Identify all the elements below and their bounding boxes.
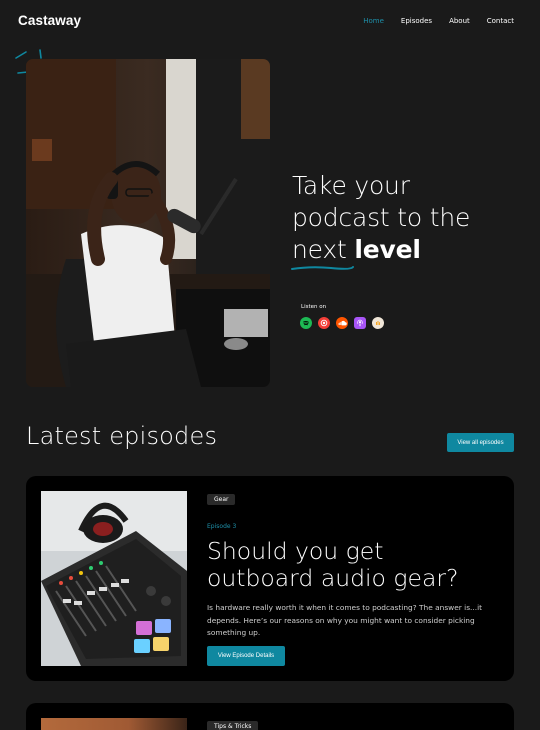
episode-card[interactable]: Gear Episode 3 Should you get outboard a… [26,476,514,681]
episode-tag[interactable]: Gear [207,494,236,505]
hero-title-underlined-word: next [291,234,354,270]
site-header: Castaway Home Episodes About Contact [0,0,540,44]
episode-card[interactable]: Tips & Tricks [26,703,514,730]
audio-mixer-photo [41,491,187,666]
view-episode-details-button[interactable]: View Episode Details [207,646,285,666]
episode-description: Is hardware really worth it when it come… [207,603,483,637]
episode-image [41,491,187,666]
hero-title-line-2: podcast to the [292,203,471,232]
castbox-icon[interactable] [372,317,384,329]
soundcloud-icon[interactable] [336,317,348,329]
view-all-episodes-button[interactable]: View all episodes [447,433,514,452]
hero-title-line-1: Take your [292,171,410,200]
hero-image [26,59,270,387]
platform-links [300,317,384,329]
episode-title[interactable]: Should you get outboard audio gear? [207,538,497,592]
hero-title-bold-word: level [354,235,421,264]
apple-podcasts-icon[interactable] [354,317,366,329]
spotify-icon[interactable] [300,317,312,329]
episode-number: Episode 3 [207,523,237,530]
hero-title: Take your podcast to the next level [291,170,522,270]
nav-item-about[interactable]: About [449,17,470,25]
nav-item-episodes[interactable]: Episodes [401,17,432,25]
podcaster-photo [26,59,270,387]
episode-image [41,718,187,730]
listen-on-label: Listen on [301,304,327,310]
main-nav: Home Episodes About Contact [363,17,514,25]
latest-episodes-heading: Latest episodes [26,422,218,450]
pocket-casts-icon[interactable] [318,317,330,329]
underline-squiggle-icon [291,266,354,270]
site-logo[interactable]: Castaway [18,13,81,28]
nav-item-contact[interactable]: Contact [487,17,514,25]
underlined-word-text: next [292,235,347,264]
episode-tag[interactable]: Tips & Tricks [207,721,259,730]
nav-item-home[interactable]: Home [363,17,384,25]
